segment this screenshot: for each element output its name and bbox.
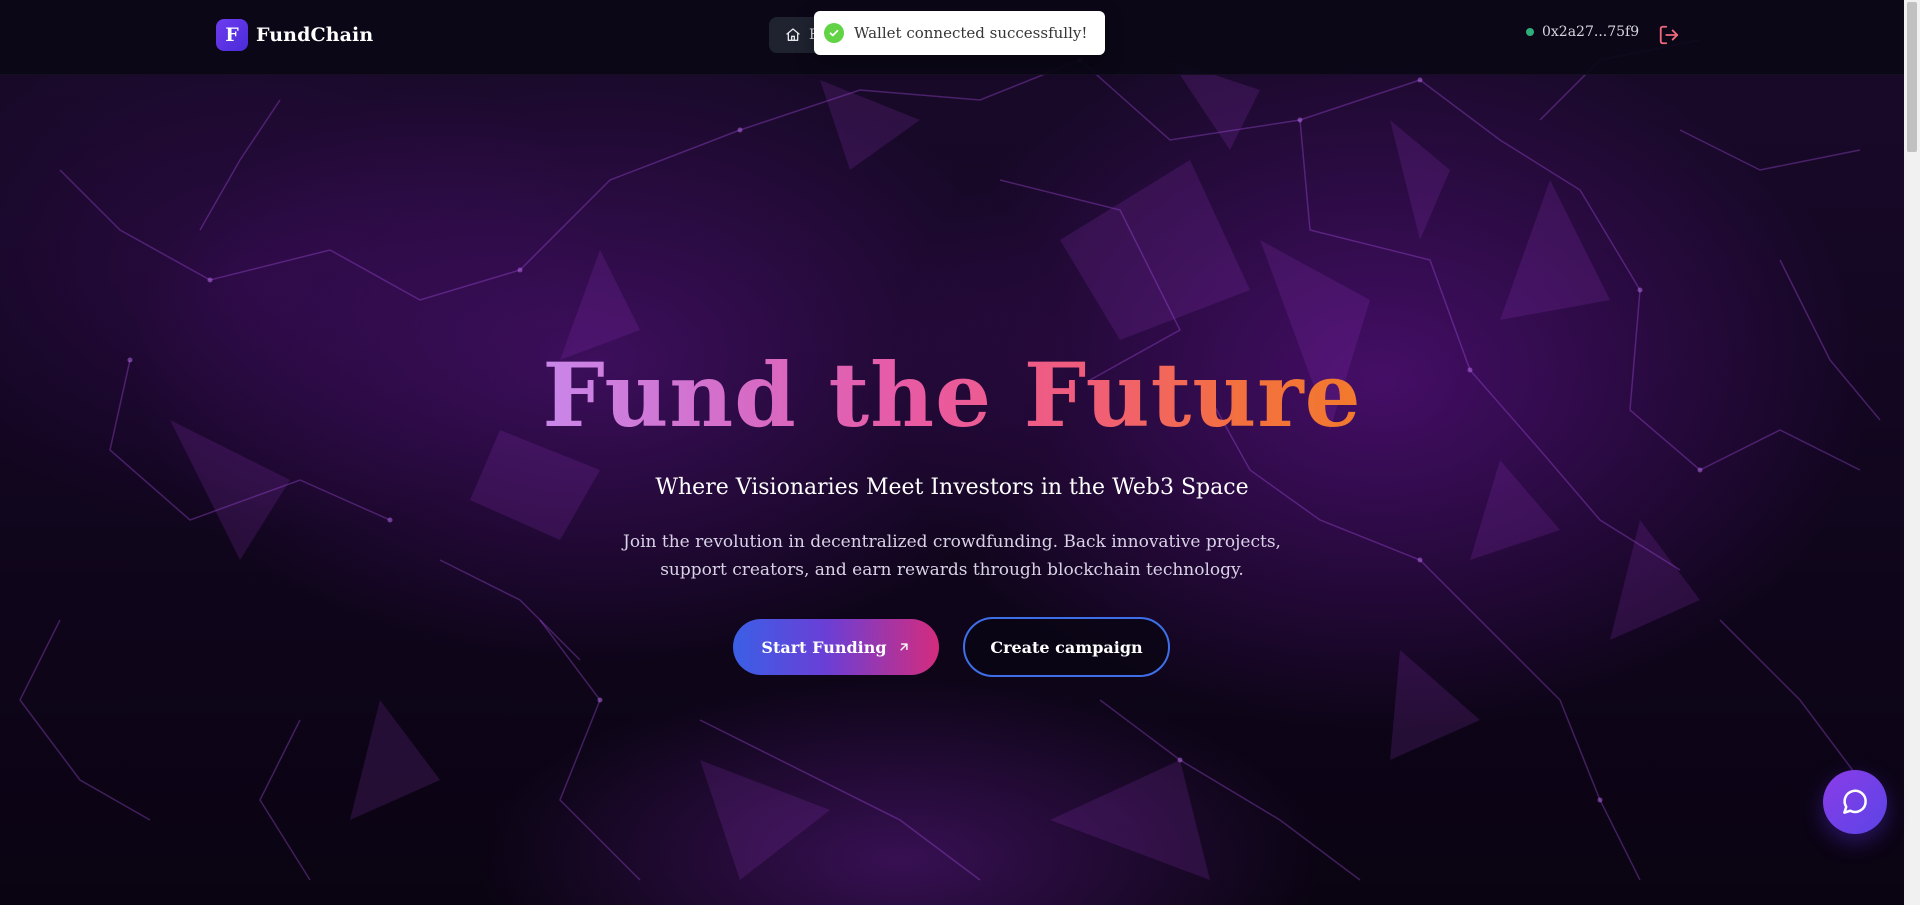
network-background-graphic bbox=[19, 39, 1881, 881]
create-campaign-button[interactable]: Create campaign bbox=[963, 617, 1170, 677]
check-circle-icon bbox=[824, 23, 844, 43]
wallet-address-display[interactable]: 0x2a27...75f9 bbox=[1526, 24, 1639, 40]
toast-notification: Wallet connected successfully! bbox=[814, 11, 1106, 55]
brand-logo-link[interactable]: F FundChain bbox=[216, 19, 373, 51]
chat-bubble-icon bbox=[1843, 789, 1867, 814]
chat-button[interactable] bbox=[1823, 770, 1887, 834]
start-funding-label: Start Funding bbox=[761, 637, 887, 657]
brand-name: FundChain bbox=[256, 24, 374, 46]
hero-description: Join the revolution in decentralized cro… bbox=[623, 532, 1281, 580]
hero-title: Fund the Future bbox=[0, 340, 1904, 450]
wallet-status-indicator bbox=[1526, 28, 1534, 36]
toast-message: Wallet connected successfully! bbox=[854, 24, 1088, 42]
vertical-scrollbar[interactable] bbox=[1904, 0, 1920, 905]
hero-title-text: Fund the Future bbox=[542, 343, 1362, 447]
scrollbar-thumb[interactable] bbox=[1907, 2, 1917, 152]
wallet-address: 0x2a27...75f9 bbox=[1542, 24, 1640, 40]
logout-icon[interactable] bbox=[1658, 24, 1680, 46]
home-icon bbox=[786, 28, 800, 41]
create-campaign-label: Create campaign bbox=[990, 637, 1143, 657]
arrow-up-right-icon bbox=[899, 643, 908, 651]
brand-logo-mark: F bbox=[216, 19, 248, 51]
start-funding-button[interactable]: Start Funding bbox=[733, 619, 939, 675]
app-root: F FundChain F 0x2a27...75f9 bbox=[0, 0, 1920, 905]
hero-subtitle: Where Visionaries Meet Investors in the … bbox=[655, 475, 1249, 500]
